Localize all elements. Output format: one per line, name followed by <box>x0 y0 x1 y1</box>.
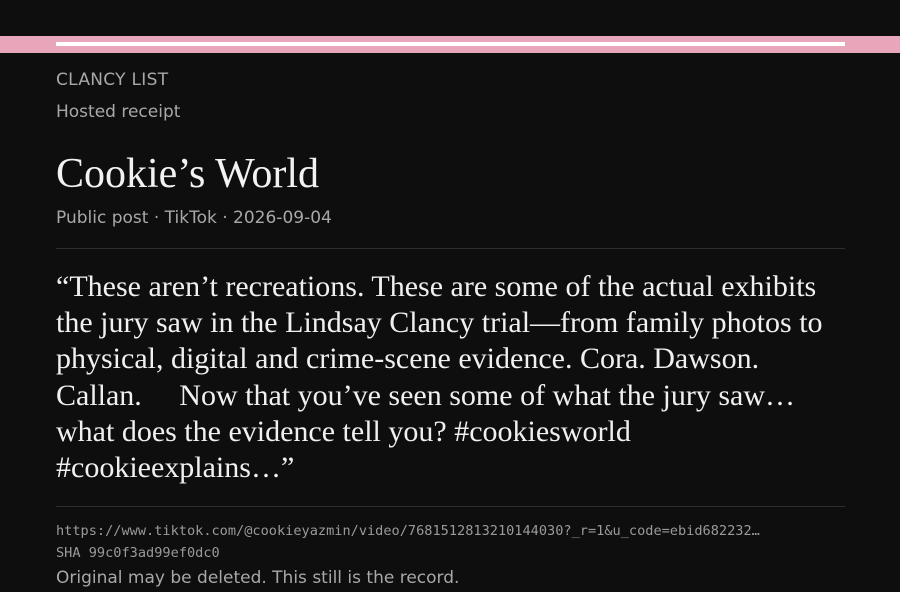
post-quote: “These aren’t recreations. These are som… <box>56 270 831 485</box>
sha-hash: SHA 99c0f3ad99ef0dc0 <box>56 545 220 561</box>
meta-separator: · <box>153 208 160 228</box>
meta-separator: · <box>222 208 228 228</box>
post-meta: Public post · TikTok · 2026-09-04 <box>56 208 332 228</box>
brand-label: CLANCY LIST <box>56 70 169 90</box>
page-subtitle: Hosted receipt <box>56 102 181 122</box>
source-url-link[interactable]: https://www.tiktok.com/@cookieyazmin/vid… <box>56 523 816 539</box>
platform-label: TikTok <box>164 208 217 228</box>
post-title: Cookie’s World <box>56 151 320 197</box>
post-date: 2026-09-04 <box>233 208 332 228</box>
divider <box>56 506 845 507</box>
divider <box>56 248 845 249</box>
progress-line <box>56 42 845 46</box>
visibility-label: Public post <box>56 208 149 228</box>
record-note: Original may be deleted. This still is t… <box>56 568 460 588</box>
